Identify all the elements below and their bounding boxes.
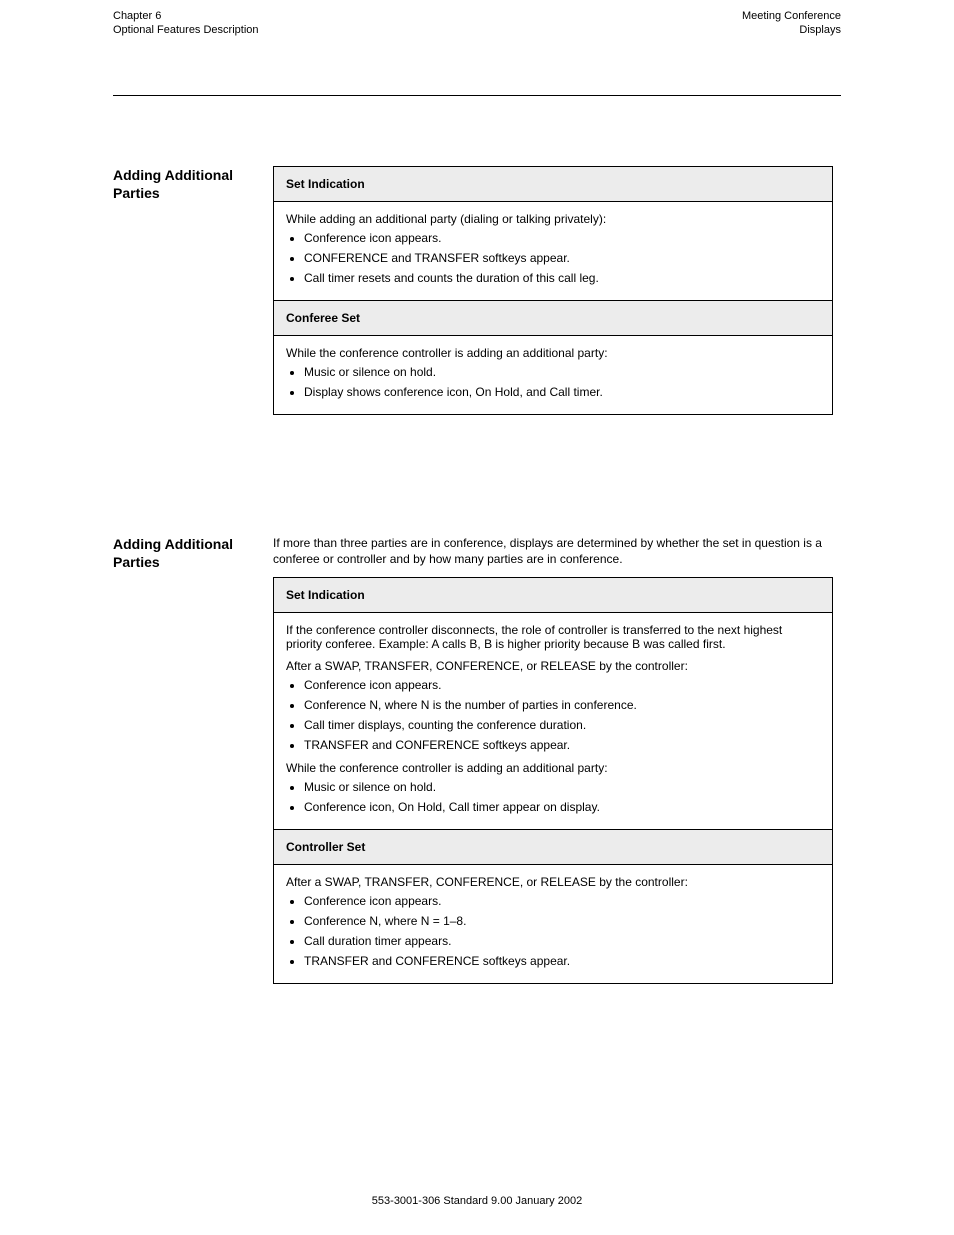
header-right-line2: Displays	[799, 24, 841, 36]
table-1-header: Set Indication	[274, 167, 833, 202]
section-label-1: Adding Additional Parties	[113, 166, 263, 202]
table-1-row1: While adding an additional party (dialin…	[274, 202, 833, 301]
page: Chapter 6 Optional Features Description …	[0, 0, 954, 1235]
header-left-line1: Chapter 6	[113, 10, 161, 22]
table-1-row2: While the conference controller is addin…	[274, 336, 833, 415]
header-left-line2: Optional Features Description	[113, 24, 259, 36]
header-rule	[113, 95, 841, 96]
section-2-intro: If more than three parties are in confer…	[273, 535, 833, 567]
section-label-2: Adding Additional Parties	[113, 535, 263, 571]
table-2: Set Indication If the conference control…	[273, 577, 833, 984]
table-1: Set Indication While adding an additiona…	[273, 166, 833, 415]
header-right-line1: Meeting Conference	[742, 10, 841, 22]
table-2-subhead: Controller Set	[274, 830, 833, 865]
table-2-header: Set Indication	[274, 578, 833, 613]
table-2-row2: After a SWAP, TRANSFER, CONFERENCE, or R…	[274, 865, 833, 984]
table-1-subhead: Conferee Set	[274, 301, 833, 336]
page-number: 553-3001-306 Standard 9.00 January 2002	[0, 1195, 954, 1207]
table-2-row1: If the conference controller disconnects…	[274, 613, 833, 830]
